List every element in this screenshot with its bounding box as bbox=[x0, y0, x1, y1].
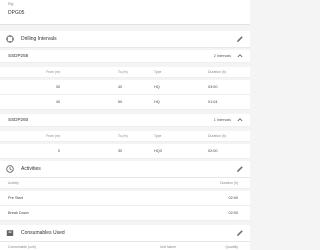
drilling-intervals-title: Drilling Intervals bbox=[21, 36, 57, 42]
consumables-header: Consumables Used bbox=[0, 225, 250, 242]
col-quantity: Quantity bbox=[225, 245, 238, 249]
cell-duration: 02:00 bbox=[208, 149, 218, 153]
chevron-up-icon[interactable] bbox=[237, 117, 243, 123]
col-to: To (m) bbox=[118, 134, 128, 138]
col-from: From (m) bbox=[46, 134, 60, 138]
col-to: To (m) bbox=[118, 70, 128, 74]
cell-to: 30 bbox=[118, 149, 123, 153]
pencil-icon[interactable] bbox=[236, 165, 244, 173]
cell-duration: 03:00 bbox=[208, 85, 218, 89]
drilling-intervals-header: Drilling Intervals bbox=[0, 31, 250, 48]
activities-title: Activities bbox=[21, 166, 41, 172]
col-type: Type bbox=[154, 70, 162, 74]
col-duration: Duration (h) bbox=[220, 181, 238, 185]
activity-name: Pre Start bbox=[8, 196, 23, 200]
col-activity: Activity bbox=[8, 181, 19, 185]
activities-header-row: Activity Duration (h) bbox=[0, 178, 250, 189]
group-ssdp258[interactable]: SSDP258 2 intervals bbox=[0, 50, 250, 63]
col-type: Type bbox=[154, 134, 162, 138]
col-consumable: Consumable (unit) bbox=[8, 245, 36, 249]
col-unit-name: Unit Name bbox=[160, 245, 177, 249]
group-name: SSDP258 bbox=[8, 53, 29, 58]
pencil-icon[interactable] bbox=[236, 229, 244, 237]
col-duration: Duration (h) bbox=[208, 134, 226, 138]
cell-duration: 01:04 bbox=[208, 100, 218, 104]
cell-type: HQ bbox=[154, 100, 160, 104]
rig-value: DPG05 bbox=[8, 10, 25, 16]
cell-type: HQ bbox=[154, 85, 160, 89]
consumables-title: Consumables Used bbox=[21, 230, 65, 236]
group-count: 1 intervals bbox=[213, 118, 231, 122]
col-from: From (m) bbox=[46, 70, 60, 74]
cell-from: 30 bbox=[55, 85, 60, 89]
rig-field[interactable]: Rig DPG05 bbox=[0, 0, 250, 25]
interval-header-row: From (m) To (m) Type Duration (h) bbox=[0, 67, 250, 78]
interval-header-row: From (m) To (m) Type Duration (h) bbox=[0, 131, 250, 142]
chevron-up-icon[interactable] bbox=[237, 53, 243, 59]
table-row[interactable]: 40 50 HQ 01:04 bbox=[0, 95, 250, 110]
group-ssdp260[interactable]: SSDP260 1 intervals bbox=[0, 114, 250, 127]
group-count: 2 intervals bbox=[213, 54, 231, 58]
drill-icon bbox=[6, 35, 14, 43]
cell-to: 40 bbox=[118, 85, 123, 89]
clock-icon bbox=[6, 165, 14, 173]
cell-type: HQ3 bbox=[154, 149, 162, 153]
consumables-header-row: Consumable (unit) Unit Name Quantity bbox=[0, 242, 250, 250]
pencil-icon[interactable] bbox=[236, 35, 244, 43]
group-name: SSDP260 bbox=[8, 117, 29, 122]
activity-name: Break Down bbox=[8, 211, 29, 215]
table-row[interactable]: 30 40 HQ 03:00 bbox=[0, 80, 250, 95]
table-row[interactable]: 0 30 HQ3 02:00 bbox=[0, 144, 250, 159]
cell-from: 0 bbox=[57, 149, 60, 153]
cell-to: 50 bbox=[118, 100, 123, 104]
col-duration: Duration (h) bbox=[208, 70, 226, 74]
list-item[interactable]: Pre Start 02:00 bbox=[0, 191, 250, 206]
activity-duration: 02:00 bbox=[228, 196, 238, 200]
cell-from: 40 bbox=[55, 100, 60, 104]
activity-duration: 02:00 bbox=[228, 211, 238, 215]
rig-label: Rig bbox=[8, 2, 14, 6]
activities-header: Activities bbox=[0, 161, 250, 178]
list-item[interactable]: Break Down 02:00 bbox=[0, 206, 250, 221]
box-icon bbox=[6, 230, 14, 236]
